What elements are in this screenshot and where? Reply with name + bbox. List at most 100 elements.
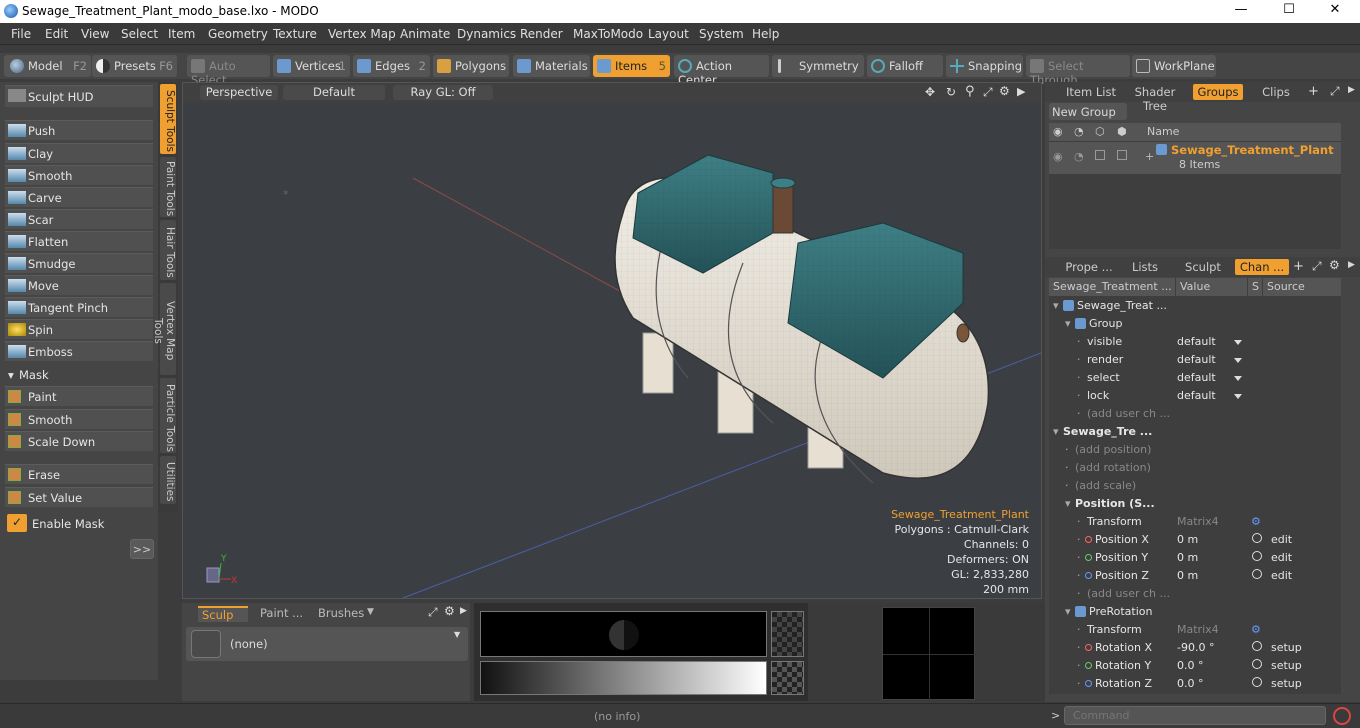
channel-row[interactable]: · visible default [1049,333,1341,351]
tool-smudge[interactable]: Smudge [5,253,153,273]
snapping-button[interactable]: Snapping [946,55,1023,77]
menu-view[interactable]: View [81,27,109,41]
view-mode-dropdown[interactable]: Perspective [200,85,278,100]
new-group-button[interactable]: New Group [1049,103,1127,120]
menu-geometry[interactable]: Geometry [208,27,268,41]
channel-value[interactable]: 0 m [1177,533,1198,546]
tab-sculpt[interactable]: Sculp ... [198,606,248,636]
tab-groups[interactable]: Groups [1193,84,1243,100]
mask-scale-down[interactable]: Scale Down [5,431,153,451]
tab-brushes[interactable]: Brushes [316,606,366,622]
menu-file[interactable]: File [11,27,31,41]
channel-row[interactable]: · Rotation X -90.0 ° setup [1049,639,1341,657]
tab-vertex-map-tools[interactable]: Vertex Map Tools [152,283,176,375]
channel-row[interactable]: · Transform Matrix4 ⚙ [1049,621,1341,639]
tab-sculpt[interactable]: Sculpt [1175,259,1231,275]
gear-icon[interactable]: ⚙ [1329,258,1340,272]
add-tab-icon[interactable]: + [1308,84,1319,99]
menu-maxtomodo[interactable]: MaxToModo [573,27,643,41]
menu-edit[interactable]: Edit [45,27,68,41]
auto-select-button[interactable]: Auto Select [187,55,270,87]
channel-row[interactable]: ▾ Group [1049,315,1341,333]
panel-menu-arrow-icon[interactable]: ▶ [1348,85,1355,95]
keyframe-state-icon[interactable] [1252,533,1262,543]
items-button[interactable]: Items 5 [593,55,670,77]
mask-smooth[interactable]: Smooth [5,409,153,429]
channel-row[interactable]: · Transform Matrix4 ⚙ [1049,513,1341,531]
tool-spin[interactable]: Spin [5,319,153,339]
raygl-toggle[interactable]: Ray GL: Off [393,85,493,100]
channel-row[interactable]: ▾ Sewage_Treat ... [1049,297,1341,315]
minimize-button[interactable]: — [1226,2,1256,17]
tool-emboss[interactable]: Emboss [5,341,153,361]
channel-row[interactable]: ▾ Position (S... [1049,495,1341,513]
zoom-icon[interactable]: ⚲ [965,84,975,99]
tab-paint[interactable]: Paint ... [256,606,306,622]
tool-carve[interactable]: Carve [5,187,153,207]
tab-particle-tools[interactable]: Particle Tools [160,378,176,453]
channel-value[interactable]: default [1177,335,1216,348]
collapse-arrow-icon[interactable]: ▾ [1065,605,1071,618]
menu-item[interactable]: Item [168,27,195,41]
expand-panel-icon[interactable]: ⤢ [1312,259,1322,274]
maximize-button[interactable]: ☐ [1274,2,1304,17]
channel-row[interactable]: · Rotation Y 0.0 ° setup [1049,657,1341,675]
command-input[interactable] [1064,706,1326,725]
edges-button[interactable]: Edges 2 [353,55,430,77]
channel-value[interactable]: 0.0 ° [1177,659,1204,672]
menu-vertex-map[interactable]: Vertex Map [328,27,396,41]
keyframe-state-icon[interactable] [1252,677,1262,687]
menu-system[interactable]: System [699,27,744,41]
pan-icon[interactable]: ✥ [925,85,935,99]
value-dropdown-arrow-icon[interactable] [1234,394,1242,399]
channel-value[interactable]: default [1177,353,1216,366]
channel-value[interactable]: -90.0 ° [1177,641,1214,654]
panel-menu-arrow-icon[interactable]: ▶ [1348,260,1355,270]
menu-help[interactable]: Help [752,27,779,41]
keyframe-state-icon[interactable] [1252,641,1262,651]
menu-texture[interactable]: Texture [273,27,317,41]
rotate-icon[interactable]: ↻ [946,85,956,99]
menu-layout[interactable]: Layout [648,27,689,41]
channel-row[interactable]: · (add user ch ... [1049,405,1341,423]
value-dropdown-arrow-icon[interactable] [1234,358,1242,363]
vertices-button[interactable]: Vertices 1 [273,55,350,77]
channel-row[interactable]: · Position Y 0 m edit [1049,549,1341,567]
model-mode-button[interactable]: Model F2 [4,55,91,77]
channel-value[interactable]: 0.0 ° [1177,677,1204,690]
gear-icon[interactable]: ⚙ [999,84,1010,98]
tool-move[interactable]: Move [5,275,153,295]
channel-row[interactable]: · (add position) [1049,441,1341,459]
tool-clay[interactable]: Clay [5,143,153,163]
brush-selector[interactable]: (none) ▼ [186,627,468,661]
channel-value[interactable]: 0 m [1177,551,1198,564]
add-tab-icon[interactable]: + [1293,259,1304,274]
tab-item-list[interactable]: Item List [1061,84,1121,100]
row-select-checkbox[interactable] [1117,150,1127,160]
channel-row[interactable]: · select default [1049,369,1341,387]
channel-row[interactable]: · (add user ch ... [1049,585,1341,603]
tab-properties[interactable]: Prope ... [1061,259,1117,275]
collapse-arrow-icon[interactable]: ▾ [1053,425,1059,438]
collapse-arrow-icon[interactable]: ▾ [1065,497,1071,510]
group-row[interactable]: ◉ ◔ + Sewage_Treatment_Plant 8 Items [1049,142,1341,174]
menu-render[interactable]: Render [520,27,563,41]
tool-scar[interactable]: Scar [5,209,153,229]
mask-erase[interactable]: Erase [5,464,153,484]
action-center-button[interactable]: Action Center [674,55,769,87]
tab-channels[interactable]: Chan ... [1235,259,1289,275]
transform-gear-icon[interactable]: ⚙ [1251,515,1261,528]
shading-dropdown[interactable]: Default [283,85,385,100]
keyframe-state-icon[interactable] [1252,551,1262,561]
value-dropdown-arrow-icon[interactable] [1234,376,1242,381]
collapse-arrow-icon[interactable]: ▾ [1053,299,1059,312]
channel-row[interactable]: · (add rotation) [1049,459,1341,477]
tab-utilities[interactable]: Utilities [160,456,176,504]
row-lock-checkbox[interactable] [1095,150,1105,160]
channel-row[interactable]: ▾ Sewage_Tre ... [1049,423,1341,441]
symmetry-button[interactable]: Symmetry [772,55,864,77]
close-button[interactable]: ✕ [1320,2,1350,17]
value-dropdown-arrow-icon[interactable] [1234,340,1242,345]
row-eye-icon[interactable]: ◉ [1053,150,1063,163]
select-through-button[interactable]: Select Through [1026,55,1130,87]
